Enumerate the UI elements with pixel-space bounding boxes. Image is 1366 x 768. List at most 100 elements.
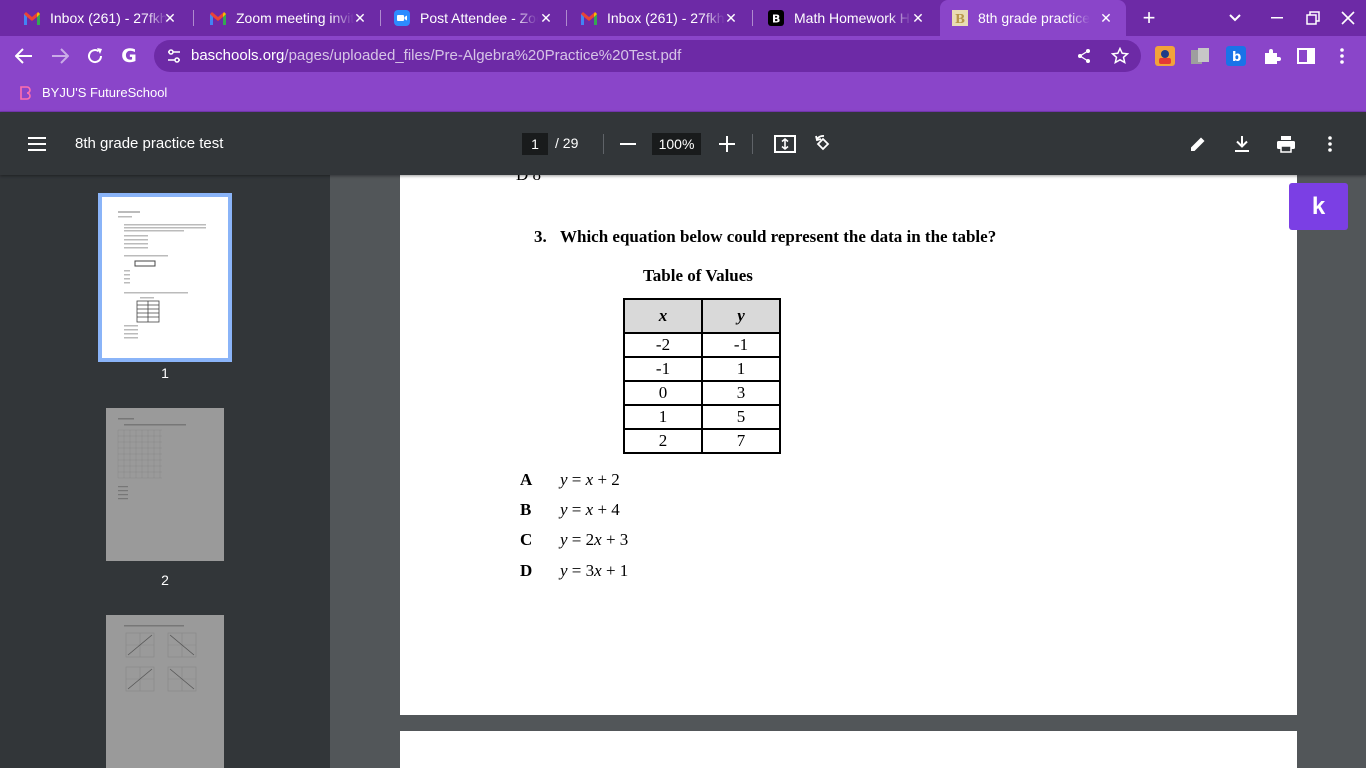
kami-extension-badge[interactable]: k <box>1289 183 1348 230</box>
extension-cards-icon[interactable] <box>1190 46 1210 66</box>
pdf-title: 8th grade practice test <box>75 135 224 152</box>
values-table: x y -2 -1 -1 1 03 15 27 <box>623 298 781 454</box>
zoom-out-icon[interactable] <box>616 132 640 156</box>
table-cell: -1 <box>701 332 781 358</box>
thumbnail-label: 1 <box>161 365 169 381</box>
tab-title: 8th grade practice t <box>978 10 1090 26</box>
close-window-icon[interactable] <box>1338 8 1358 28</box>
tab-close-icon[interactable]: ✕ <box>910 10 926 26</box>
thumbnail-preview <box>117 418 186 500</box>
svg-text:b: b <box>1232 50 1241 65</box>
table-cell: 2 <box>623 428 703 454</box>
gmail-icon <box>210 10 226 26</box>
fit-to-page-icon[interactable] <box>773 132 797 156</box>
minimize-icon[interactable] <box>1267 8 1287 28</box>
tab-inbox-2[interactable]: Inbox (261) - 27fkha ✕ <box>557 0 751 36</box>
url-host: baschools.org <box>191 47 285 64</box>
pdf-more-icon[interactable] <box>1318 132 1342 156</box>
choice-constant: + 1 <box>601 561 629 580</box>
choice-letter: B <box>520 500 532 519</box>
bookmark-byjus[interactable]: BYJU'S FutureSchool <box>18 85 167 100</box>
forward-arrow-icon[interactable] <box>48 44 72 68</box>
table-header-row: x y <box>623 298 781 334</box>
restore-icon[interactable] <box>1303 8 1323 28</box>
extension-avatar-icon[interactable] <box>1155 46 1175 66</box>
tab-post-attendee[interactable]: Post Attendee - Zoo ✕ <box>370 0 566 36</box>
tab-close-icon[interactable]: ✕ <box>1098 10 1114 26</box>
table-cell: 7 <box>701 428 781 454</box>
table-cell: 1 <box>623 404 703 430</box>
table-row: -1 1 <box>623 356 781 382</box>
omnibox[interactable]: baschools.org/pages/uploaded_files/Pre-A… <box>154 40 1141 72</box>
pdf-toolbar: 8th grade practice test 1 / 29 100% <box>0 112 1366 175</box>
tab-close-icon[interactable]: ✕ <box>162 10 178 26</box>
tab-close-icon[interactable]: ✕ <box>538 10 554 26</box>
page-number-input[interactable]: 1 <box>522 133 548 155</box>
url-text[interactable]: baschools.org/pages/uploaded_files/Pre-A… <box>191 47 681 64</box>
site-info-icon[interactable] <box>166 48 182 64</box>
thumbnail-preview <box>124 625 197 692</box>
svg-text:B: B <box>772 13 780 26</box>
thumbnail-sidebar[interactable]: 1 2 <box>0 175 330 768</box>
choice-letter: A <box>520 470 533 489</box>
extensions-puzzle-icon[interactable] <box>1262 46 1282 66</box>
tab-inbox-1[interactable]: Inbox (261) - 27fkha ✕ <box>0 0 190 36</box>
choice-var-y: y <box>560 561 568 580</box>
toolbar-divider <box>752 134 753 154</box>
bookmark-star-icon[interactable] <box>1110 46 1130 66</box>
zoom-level-input[interactable]: 100% <box>652 133 701 155</box>
zoom-icon <box>394 10 410 26</box>
browser-menu-icon[interactable] <box>1332 46 1352 66</box>
url-path: /pages/uploaded_files/Pre-Algebra%20Prac… <box>284 47 682 64</box>
choice-equals: = <box>567 470 586 489</box>
previous-question-tail: D 8 <box>516 175 541 185</box>
pdf-page: D 8 3. Which equation below could represe… <box>400 175 1297 715</box>
download-icon[interactable] <box>1230 132 1254 156</box>
answer-choice-a: Ay = x + 2 <box>520 470 620 490</box>
bookmarks-bar: BYJU'S FutureSchool <box>0 76 1366 112</box>
table-row: 03 <box>623 380 781 406</box>
table-row: 15 <box>623 404 781 430</box>
answer-choice-d: Dy = 3x + 1 <box>520 561 628 581</box>
rotate-icon[interactable] <box>811 132 835 156</box>
share-icon[interactable] <box>1074 46 1094 66</box>
byjus-icon <box>20 85 31 100</box>
table-row: -2 -1 <box>623 332 781 358</box>
table-header-x: x <box>623 298 703 334</box>
tab-close-icon[interactable]: ✕ <box>352 10 368 26</box>
thumbnail-preview <box>118 211 206 339</box>
toolbar-divider <box>603 134 604 154</box>
table-cell: 1 <box>701 356 781 382</box>
choice-letter: C <box>520 530 533 549</box>
question-3: 3. Which equation below could represent t… <box>534 227 996 247</box>
extension-b-icon[interactable]: b <box>1226 46 1246 66</box>
reload-icon[interactable] <box>83 44 107 68</box>
google-icon[interactable]: G <box>117 44 141 68</box>
side-panel-icon[interactable] <box>1296 46 1316 66</box>
back-arrow-icon[interactable] <box>12 44 36 68</box>
pdf-viewer[interactable]: D 8 3. Which equation below could represe… <box>330 175 1366 768</box>
tab-search-chevron-icon[interactable] <box>1225 8 1245 28</box>
tab-close-icon[interactable]: ✕ <box>723 10 739 26</box>
tab-zoom-invite[interactable]: Zoom meeting invit ✕ <box>186 0 380 36</box>
table-row: 27 <box>623 428 781 454</box>
annotate-pencil-icon[interactable] <box>1186 132 1210 156</box>
thumbnail-page-3[interactable] <box>106 615 224 768</box>
tab-8th-grade-practice[interactable]: B 8th grade practice t ✕ <box>940 0 1126 36</box>
print-icon[interactable] <box>1274 132 1298 156</box>
tab-title: Math Homework He <box>794 10 912 26</box>
new-tab-icon[interactable]: + <box>1138 7 1160 29</box>
table-title: Table of Values <box>643 266 753 285</box>
tab-math-homework[interactable]: B Math Homework He ✕ <box>744 0 938 36</box>
school-icon: B <box>952 10 968 26</box>
table-header-y: y <box>701 298 781 334</box>
thumbnail-page-1[interactable] <box>98 193 232 362</box>
choice-var-y: y <box>560 500 568 519</box>
choice-var-x: x <box>594 530 602 549</box>
thumbnail-page-2[interactable] <box>106 408 224 561</box>
tab-strip: Inbox (261) - 27fkha ✕ Zoom meeting invi… <box>0 0 1366 36</box>
choice-constant: + 4 <box>593 500 620 519</box>
zoom-in-icon[interactable] <box>715 132 739 156</box>
gmail-icon <box>24 10 40 26</box>
hamburger-menu-icon[interactable] <box>26 133 48 155</box>
